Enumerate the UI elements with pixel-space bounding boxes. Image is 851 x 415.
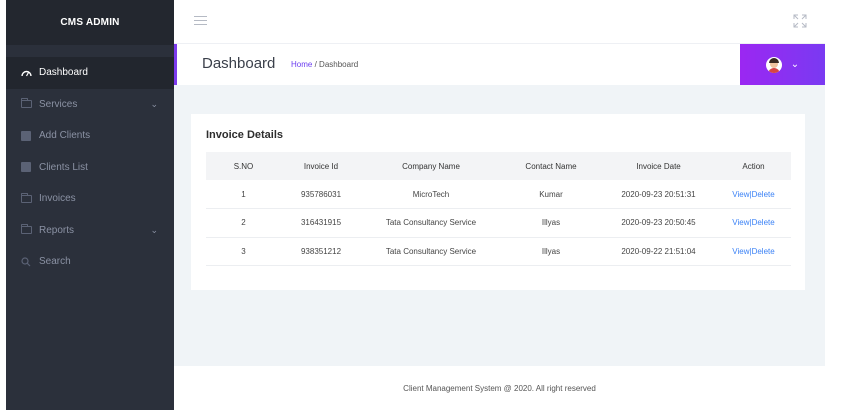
column-header: Contact Name: [501, 152, 601, 180]
table-row: 3 938351212 Tata Consultancy Service Ill…: [206, 237, 791, 266]
cell-date: 2020-09-23 20:50:45: [601, 208, 716, 238]
breadcrumb-separator: /: [314, 60, 317, 69]
table-row: 1 935786031 MicroTech Kumar 2020-09-23 2…: [206, 180, 791, 209]
breadcrumb-home-link[interactable]: Home: [291, 60, 312, 69]
delete-link[interactable]: Delete: [752, 218, 775, 227]
sidebar-item-label: Reports: [39, 224, 75, 236]
column-header: Invoice Date: [601, 152, 716, 180]
cell-company: Tata Consultancy Service: [361, 208, 501, 238]
dashboard-icon: [20, 68, 32, 78]
square-icon: [20, 162, 32, 173]
view-link[interactable]: View: [732, 247, 749, 256]
fullscreen-icon[interactable]: [793, 14, 807, 28]
column-header: Company Name: [361, 152, 501, 180]
folder-icon: [20, 98, 32, 109]
invoice-card: Invoice Details S.NO Invoice Id Company …: [191, 114, 805, 290]
breadcrumb-current: Dashboard: [319, 60, 359, 69]
sidebar-item-add-clients[interactable]: Add Clients: [6, 120, 174, 152]
view-link[interactable]: View: [732, 218, 749, 227]
folder-icon: [20, 224, 32, 235]
page-title: Dashboard: [202, 55, 276, 72]
delete-link[interactable]: Delete: [752, 247, 775, 256]
sidebar-menu: Dashboard Services ⌄ Add Clients Clients…: [6, 57, 174, 278]
sidebar-item-invoices[interactable]: Invoices: [6, 183, 174, 215]
delete-link[interactable]: Delete: [752, 190, 775, 199]
chevron-down-icon: ⌄: [150, 224, 158, 235]
sidebar-item-label: Invoices: [39, 193, 76, 205]
chevron-down-icon: ⌄: [790, 59, 800, 70]
cell-contact: Illyas: [501, 208, 601, 238]
breadcrumb: Home / Dashboard: [291, 60, 358, 69]
cell-action: View|Delete: [716, 180, 791, 209]
folder-icon: [20, 192, 32, 204]
cell-date: 2020-09-22 21:51:04: [601, 237, 716, 266]
cell-action: View|Delete: [716, 237, 791, 266]
cell-company: MicroTech: [361, 180, 501, 209]
column-header: S.NO: [206, 152, 281, 180]
sidebar-item-label: Dashboard: [39, 67, 88, 79]
square-icon: [20, 130, 32, 141]
column-header: Invoice Id: [281, 152, 361, 180]
cell-sno: 3: [206, 237, 281, 266]
invoice-table: S.NO Invoice Id Company Name Contact Nam…: [206, 152, 791, 266]
menu-toggle-icon[interactable]: [194, 16, 207, 26]
cell-company: Tata Consultancy Service: [361, 237, 501, 266]
sidebar-item-clients-list[interactable]: Clients List: [6, 152, 174, 184]
brand-title[interactable]: CMS ADMIN: [6, 0, 174, 45]
cell-invoice-id: 938351212: [281, 237, 361, 266]
cell-invoice-id: 316431915: [281, 208, 361, 238]
search-icon: [20, 257, 32, 267]
sidebar-item-search[interactable]: Search: [6, 246, 174, 278]
column-header: Action: [716, 152, 791, 180]
cell-date: 2020-09-23 20:51:31: [601, 180, 716, 209]
table-row: 2 316431915 Tata Consultancy Service Ill…: [206, 208, 791, 238]
footer-text: Client Management System @ 2020. All rig…: [403, 383, 596, 393]
cell-action: View|Delete: [716, 208, 791, 238]
user-menu-button[interactable]: ⌄: [740, 44, 825, 85]
sidebar-item-services[interactable]: Services ⌄: [6, 89, 174, 121]
cell-invoice-id: 935786031: [281, 180, 361, 209]
table-header-row: S.NO Invoice Id Company Name Contact Nam…: [206, 152, 791, 180]
card-title: Invoice Details: [206, 129, 284, 141]
sidebar: CMS ADMIN Dashboard Services ⌄ Add Clien…: [6, 0, 174, 410]
sidebar-item-label: Search: [39, 256, 71, 268]
footer: Client Management System @ 2020. All rig…: [174, 366, 825, 410]
cell-sno: 2: [206, 208, 281, 238]
cell-contact: Kumar: [501, 180, 601, 209]
sidebar-item-label: Add Clients: [39, 130, 91, 142]
sidebar-item-dashboard[interactable]: Dashboard: [6, 57, 174, 89]
topbar: [174, 0, 825, 44]
sidebar-item-label: Clients List: [39, 161, 88, 173]
main-content: Invoice Details S.NO Invoice Id Company …: [174, 85, 825, 366]
avatar: [765, 56, 782, 73]
cell-contact: Illyas: [501, 237, 601, 266]
chevron-down-icon: ⌄: [150, 98, 158, 109]
sidebar-item-label: Services: [39, 98, 78, 110]
cell-sno: 1: [206, 180, 281, 209]
page-header: Dashboard Home / Dashboard ⌄: [174, 44, 825, 85]
view-link[interactable]: View: [732, 190, 749, 199]
sidebar-item-reports[interactable]: Reports ⌄: [6, 215, 174, 247]
